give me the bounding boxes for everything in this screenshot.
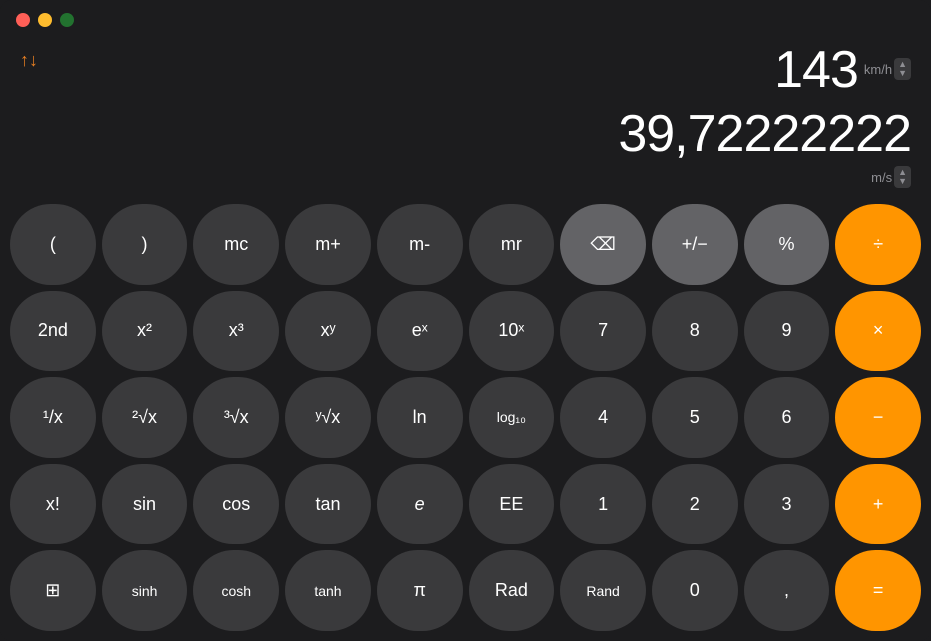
add-button[interactable]: + — [835, 464, 921, 545]
10-to-x-button[interactable]: 10ˣ — [469, 291, 555, 372]
maximize-button[interactable] — [60, 13, 74, 27]
one-over-x-button[interactable]: ¹/x — [10, 377, 96, 458]
tanh-button[interactable]: tanh — [285, 550, 371, 631]
subtract-button[interactable]: − — [835, 377, 921, 458]
cbrt-button[interactable]: ³√x — [193, 377, 279, 458]
sin-button[interactable]: sin — [102, 464, 188, 545]
x-to-y-button[interactable]: xʸ — [285, 291, 371, 372]
m-plus-button[interactable]: m+ — [285, 204, 371, 285]
mr-button[interactable]: mr — [469, 204, 555, 285]
x-cubed-button[interactable]: x³ — [193, 291, 279, 372]
pi-button[interactable]: π — [377, 550, 463, 631]
sqrt-button[interactable]: ²√x — [102, 377, 188, 458]
four-button[interactable]: 4 — [560, 377, 646, 458]
calculator-window: ↑↓ 143 km/h ▲▼ 39,72222222 m/s ▲▼ ()mcm+… — [0, 0, 931, 641]
two-button[interactable]: 2 — [652, 464, 738, 545]
tan-button[interactable]: tan — [285, 464, 371, 545]
one-button[interactable]: 1 — [560, 464, 646, 545]
euler-button[interactable]: e — [377, 464, 463, 545]
top-value: 143 — [774, 40, 858, 100]
three-button[interactable]: 3 — [744, 464, 830, 545]
divide-button[interactable]: ÷ — [835, 204, 921, 285]
seven-button[interactable]: 7 — [560, 291, 646, 372]
rand-button[interactable]: Rand — [560, 550, 646, 631]
five-button[interactable]: 5 — [652, 377, 738, 458]
six-button[interactable]: 6 — [744, 377, 830, 458]
display-area: ↑↓ 143 km/h ▲▼ 39,72222222 m/s ▲▼ — [0, 40, 931, 196]
main-unit-selector[interactable]: ▲▼ — [894, 166, 911, 188]
e-to-x-button[interactable]: eˣ — [377, 291, 463, 372]
backspace-button[interactable]: ⌫ — [560, 204, 646, 285]
decimal-button[interactable]: , — [744, 550, 830, 631]
plus-minus-button[interactable]: +/− — [652, 204, 738, 285]
swap-icon[interactable]: ↑↓ — [20, 50, 38, 71]
x-squared-button[interactable]: x² — [102, 291, 188, 372]
rad-button[interactable]: Rad — [469, 550, 555, 631]
main-unit: m/s ▲▼ — [20, 166, 911, 188]
buttons-area: ()mcm+m-mr⌫+/−%÷2ndx²x³xʸeˣ10ˣ789×¹/x²√x… — [0, 196, 931, 641]
main-value: 39,72222222 — [20, 104, 911, 164]
conversion-row: 143 km/h ▲▼ — [20, 40, 911, 100]
top-unit: km/h ▲▼ — [864, 58, 911, 80]
button-row-2: ¹/x²√x³√xʸ√xlnlog₁₀456− — [10, 377, 921, 458]
minimize-button[interactable] — [38, 13, 52, 27]
titlebar — [0, 0, 931, 40]
button-row-0: ()mcm+m-mr⌫+/−%÷ — [10, 204, 921, 285]
eight-button[interactable]: 8 — [652, 291, 738, 372]
multiply-button[interactable]: × — [835, 291, 921, 372]
close-button[interactable] — [16, 13, 30, 27]
ee-button[interactable]: EE — [469, 464, 555, 545]
button-row-3: x!sincostaneEE123+ — [10, 464, 921, 545]
sinh-button[interactable]: sinh — [102, 550, 188, 631]
open-paren-button[interactable]: ( — [10, 204, 96, 285]
factorial-button[interactable]: x! — [10, 464, 96, 545]
cos-button[interactable]: cos — [193, 464, 279, 545]
log10-button[interactable]: log₁₀ — [469, 377, 555, 458]
cosh-button[interactable]: cosh — [193, 550, 279, 631]
m-minus-button[interactable]: m- — [377, 204, 463, 285]
percent-button[interactable]: % — [744, 204, 830, 285]
nine-button[interactable]: 9 — [744, 291, 830, 372]
second-button[interactable]: 2nd — [10, 291, 96, 372]
close-paren-button[interactable]: ) — [102, 204, 188, 285]
ln-button[interactable]: ln — [377, 377, 463, 458]
button-row-1: 2ndx²x³xʸeˣ10ˣ789× — [10, 291, 921, 372]
zero-button[interactable]: 0 — [652, 550, 738, 631]
top-unit-selector[interactable]: ▲▼ — [894, 58, 911, 80]
equals-button[interactable]: = — [835, 550, 921, 631]
traffic-lights — [16, 13, 74, 27]
yth-root-button[interactable]: ʸ√x — [285, 377, 371, 458]
button-row-4: ⊞sinhcoshtanhπRadRand0,= — [10, 550, 921, 631]
grid-button[interactable]: ⊞ — [10, 550, 96, 631]
mc-button[interactable]: mc — [193, 204, 279, 285]
